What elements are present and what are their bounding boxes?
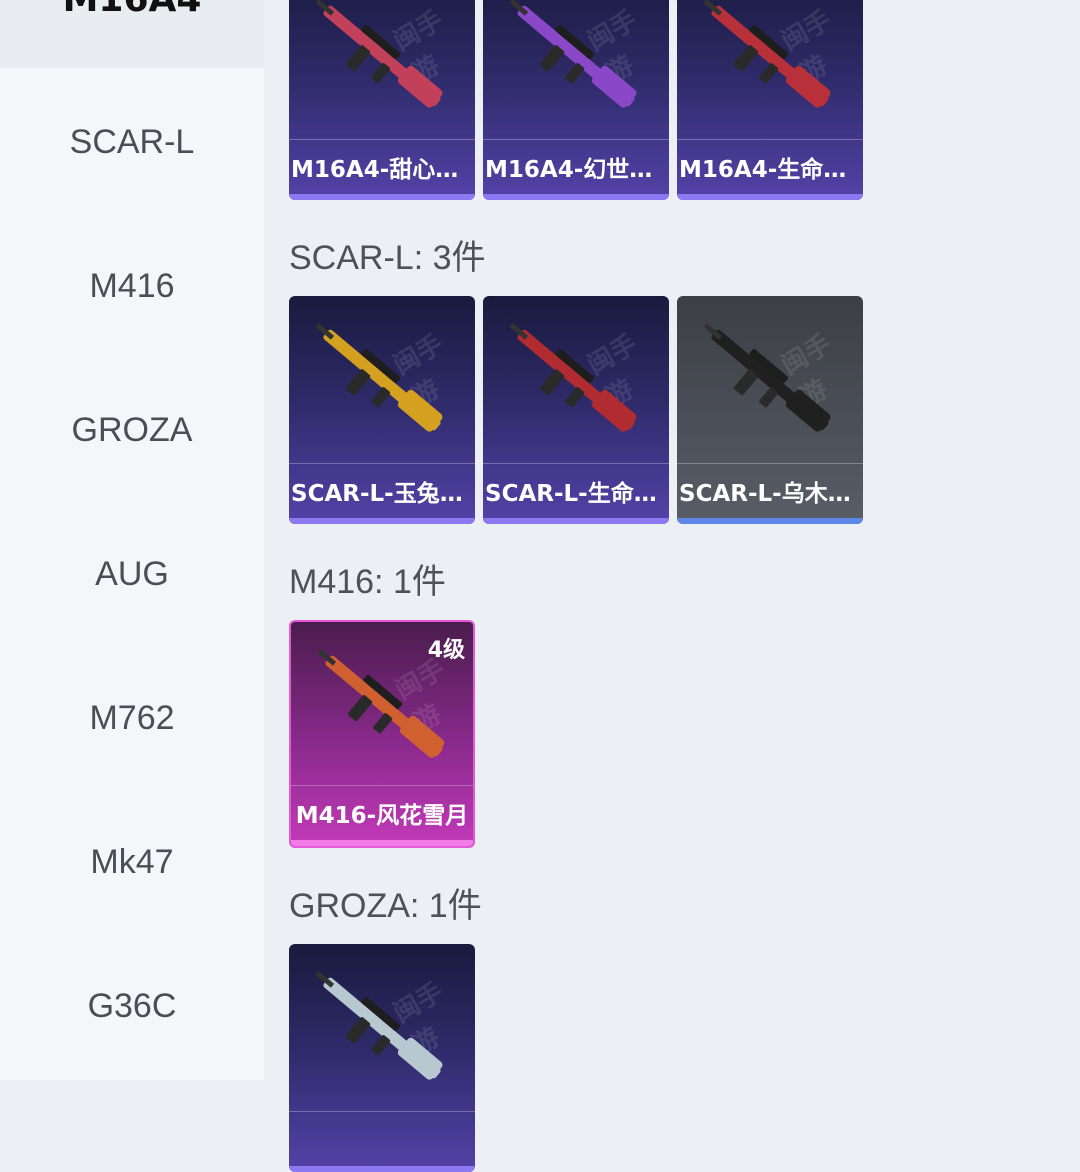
weapon-skin-image xyxy=(315,971,443,1080)
skin-card[interactable]: 闽手游 SCAR-L-生命誓… xyxy=(483,296,669,524)
sidebar-item-m16a4-active[interactable]: M16A4 xyxy=(0,0,264,68)
skin-card[interactable]: 闽手游 M16A4-幻世战… xyxy=(483,0,669,200)
weapon-skin-image xyxy=(509,323,637,432)
skin-name: M16A4-甜心亚梦 xyxy=(291,157,475,183)
sidebar-item-m762[interactable]: M762 xyxy=(0,688,264,748)
sidebar-item-g36c[interactable]: G36C xyxy=(0,976,264,1036)
sidebar-item-groza[interactable]: GROZA xyxy=(0,400,264,460)
weapon-skin-image xyxy=(315,323,443,432)
skin-name: M16A4-幻世战… xyxy=(485,157,669,183)
weapon-skin-image xyxy=(703,0,831,108)
sidebar-item-aug[interactable]: AUG xyxy=(0,544,264,604)
card-divider xyxy=(483,463,669,464)
skin-card[interactable]: 闽手游 xyxy=(289,944,475,1172)
skin-name: M16A4-生命誓言 xyxy=(679,157,863,183)
skin-card[interactable]: 闽手游 SCAR-L-玉兔迎… xyxy=(289,296,475,524)
rarity-bar xyxy=(677,518,863,524)
rarity-bar xyxy=(483,518,669,524)
rarity-bar xyxy=(289,518,475,524)
card-divider xyxy=(677,463,863,464)
skin-name: SCAR-L-乌木金… xyxy=(679,481,863,507)
skin-name: SCAR-L-生命誓… xyxy=(485,481,669,507)
skin-name: M416-风花雪月 xyxy=(295,803,469,829)
skin-card[interactable]: 闽手游 SCAR-L-乌木金… xyxy=(677,296,863,524)
section-title-groza: GROZA: 1件 xyxy=(289,887,482,925)
card-divider xyxy=(677,139,863,140)
rarity-bar xyxy=(289,1166,475,1172)
sidebar-item-mk47[interactable]: Mk47 xyxy=(0,832,264,892)
section-title-scar-l: SCAR-L: 3件 xyxy=(289,239,486,277)
skin-card[interactable]: 闽手游 M16A4-生命誓言 xyxy=(677,0,863,200)
card-divider xyxy=(289,1111,475,1112)
skin-name: SCAR-L-玉兔迎… xyxy=(291,481,475,507)
card-divider xyxy=(291,785,473,786)
card-divider xyxy=(289,139,475,140)
rarity-bar xyxy=(483,194,669,200)
skin-card[interactable]: 闽手游 4级 M416-风花雪月 xyxy=(289,620,475,848)
weapon-skin-image xyxy=(509,0,637,108)
level-badge: 4级 xyxy=(427,638,465,663)
weapon-skin-image xyxy=(315,0,443,108)
rarity-bar xyxy=(289,194,475,200)
sidebar-item-scar-l[interactable]: SCAR-L xyxy=(0,112,264,172)
card-divider xyxy=(483,139,669,140)
category-sidebar: M16A4 SCAR-L M416 GROZA AUG M762 Mk47 G3… xyxy=(0,0,264,1080)
rarity-bar xyxy=(291,840,473,846)
weapon-skin-image xyxy=(703,323,831,432)
sidebar-item-label: M16A4 xyxy=(63,0,202,18)
sidebar-item-m416[interactable]: M416 xyxy=(0,256,264,316)
skin-card[interactable]: 闽手游 M16A4-甜心亚梦 xyxy=(289,0,475,200)
card-divider xyxy=(289,463,475,464)
section-title-m416: M416: 1件 xyxy=(289,563,446,601)
rarity-bar xyxy=(677,194,863,200)
